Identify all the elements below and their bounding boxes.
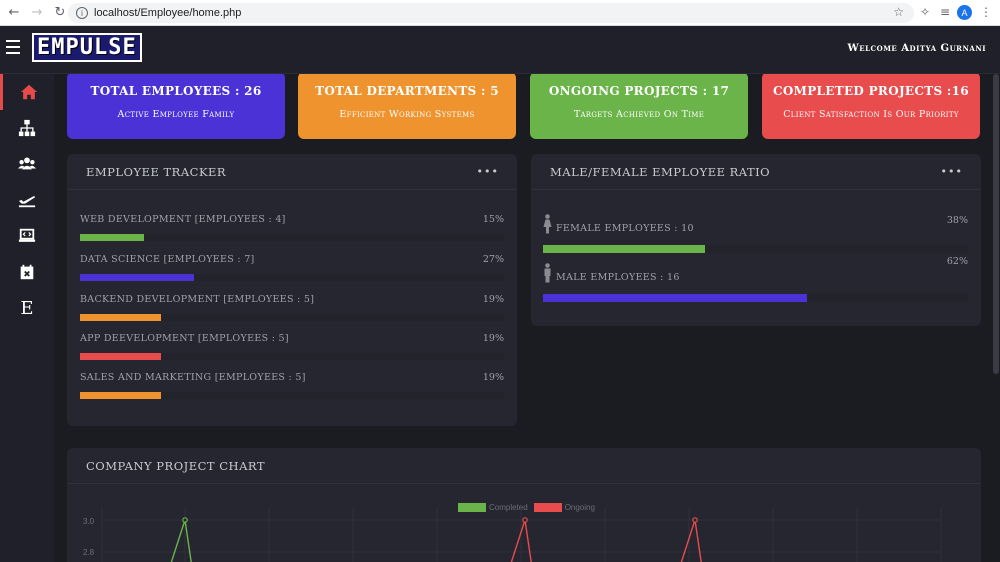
sidebar-item-e[interactable]: E: [0, 290, 54, 326]
stat-subtitle: Efficient Working Systems: [339, 109, 475, 120]
y-tick-label: 3.0: [83, 517, 95, 526]
project-chart-panel: COMPANY PROJECT CHART Completed Ongoing …: [67, 448, 981, 562]
tracker-row-web: WEB DEVELOPMENT [EMPLOYEES : 4] 15%: [80, 214, 504, 241]
tracker-percent: 27%: [482, 254, 504, 265]
progress-fill: [543, 245, 705, 253]
progress-track: [543, 245, 968, 253]
progress-fill: [80, 392, 161, 399]
sidebar-item-departments[interactable]: [0, 110, 54, 146]
sidebar-item-calendar[interactable]: [0, 254, 54, 290]
sidebar-item-projects[interactable]: [0, 218, 54, 254]
reading-list-icon[interactable]: ≡: [940, 5, 950, 19]
tracker-percent: 19%: [482, 333, 504, 344]
progress-track: [80, 234, 504, 241]
y-tick-label: 2.8: [83, 548, 95, 557]
hamburger-menu-icon[interactable]: [6, 40, 20, 54]
data-point-ongoing[interactable]: [692, 517, 698, 523]
employee-tracker-panel: EMPLOYEE TRACKER ••• WEB DEVELOPMENT [EM…: [67, 154, 517, 426]
tracker-row-data-science: DATA SCIENCE [EMPLOYEES : 7] 27%: [80, 254, 504, 281]
page-scrollbar[interactable]: [992, 74, 1000, 562]
progress-track: [80, 353, 504, 360]
ratio-percent: 38%: [946, 215, 968, 226]
reload-icon[interactable]: ↻: [51, 4, 69, 22]
stat-subtitle: Client Satisfaction Is Our Priority: [783, 109, 959, 120]
tracker-percent: 19%: [482, 372, 504, 383]
progress-track: [543, 294, 968, 302]
bookmark-star-icon[interactable]: ☆: [893, 5, 904, 19]
home-icon: [20, 84, 37, 100]
browser-toolbar: ← → ↻ i localhost/Employee/home.php ☆ ✧ …: [0, 0, 1000, 26]
progress-fill: [80, 353, 161, 360]
more-options-icon[interactable]: •••: [477, 165, 499, 178]
back-icon[interactable]: ←: [5, 4, 23, 22]
progress-track: [80, 314, 504, 321]
browser-menu-icon[interactable]: ⋮: [980, 5, 992, 19]
e-letter-icon: E: [20, 297, 34, 319]
male-icon: [544, 263, 551, 283]
sidebar-item-leave[interactable]: [0, 182, 54, 218]
stat-title: TOTAL DEPARTMENTS : 5: [315, 84, 499, 98]
app-logo[interactable]: EMPULSE: [32, 33, 142, 62]
url-text: localhost/Employee/home.php: [94, 7, 242, 19]
tracker-label: WEB DEVELOPMENT [EMPLOYEES : 4]: [80, 214, 286, 225]
tracker-label: APP DEEVELOPMENT [EMPLOYEES : 5]: [80, 333, 289, 344]
tracker-label: BACKEND DEVELOPMENT [EMPLOYEES : 5]: [80, 294, 315, 305]
series-line-completed: [170, 519, 192, 562]
progress-fill: [80, 234, 144, 241]
address-bar[interactable]: i localhost/Employee/home.php ☆: [68, 3, 914, 23]
tracker-percent: 15%: [482, 214, 504, 225]
ratio-percent: 62%: [946, 256, 968, 267]
scrollbar-thumb[interactable]: [993, 74, 999, 374]
progress-fill: [543, 294, 807, 302]
stat-card-employees[interactable]: TOTAL EMPLOYEES : 26 Active Employee Fam…: [67, 74, 285, 139]
stat-subtitle: Targets Achieved On Time: [573, 109, 705, 120]
stat-card-departments[interactable]: TOTAL DEPARTMENTS : 5 Efficient Working …: [298, 74, 516, 139]
stat-title: COMPLETED PROJECTS :16: [773, 84, 969, 98]
forward-icon[interactable]: →: [28, 4, 46, 22]
stat-title: ONGOING PROJECTS : 17: [548, 84, 730, 98]
main-content: TOTAL EMPLOYEES : 26 Active Employee Fam…: [54, 74, 992, 562]
sidebar-item-employees[interactable]: [0, 146, 54, 182]
data-point-completed[interactable]: [182, 517, 188, 523]
stat-title: TOTAL EMPLOYEES : 26: [90, 84, 262, 98]
progress-track: [80, 392, 504, 399]
extensions-icon[interactable]: ✧: [920, 5, 930, 19]
series-line-ongoing: [510, 519, 532, 562]
sitemap-icon: [18, 119, 36, 137]
ratio-label: FEMALE EMPLOYEES : 10: [556, 223, 694, 234]
profile-avatar[interactable]: A: [957, 5, 972, 20]
tracker-row-app: APP DEEVELOPMENT [EMPLOYEES : 5] 19%: [80, 333, 504, 360]
stat-card-ongoing-projects[interactable]: ONGOING PROJECTS : 17 Targets Achieved O…: [530, 74, 748, 139]
panel-title: COMPANY PROJECT CHART: [86, 458, 266, 473]
sidebar: E: [0, 74, 54, 562]
laptop-code-icon: [18, 228, 36, 242]
gender-ratio-panel: MALE/FEMALE EMPLOYEE RATIO ••• FEMALE EM…: [531, 154, 981, 326]
panel-title: EMPLOYEE TRACKER: [86, 164, 227, 179]
data-point-ongoing[interactable]: [522, 517, 528, 523]
more-options-icon[interactable]: •••: [941, 165, 963, 178]
panel-title: MALE/FEMALE EMPLOYEE RATIO: [550, 164, 771, 179]
tracker-row-backend: BACKEND DEVELOPMENT [EMPLOYEES : 5] 19%: [80, 294, 504, 321]
tracker-row-sales: SALES AND MARKETING [EMPLOYEES : 5] 19%: [80, 372, 504, 399]
plane-departure-icon: [18, 196, 36, 208]
app-header: EMPULSE Welcome Aditya Gurnani: [0, 26, 1000, 74]
welcome-text: Welcome Aditya Gurnani: [847, 43, 986, 54]
project-line-chart: 3.0 2.8: [83, 508, 942, 562]
tracker-label: SALES AND MARKETING [EMPLOYEES : 5]: [80, 372, 306, 383]
tracker-percent: 19%: [482, 294, 504, 305]
sidebar-item-home[interactable]: [0, 74, 54, 110]
progress-track: [80, 274, 504, 281]
calendar-times-icon: [20, 264, 34, 280]
tracker-label: DATA SCIENCE [EMPLOYEES : 7]: [80, 254, 255, 265]
ratio-row-male: MALE EMPLOYEES : 16 62%: [543, 256, 968, 303]
users-icon: [18, 157, 36, 170]
stat-subtitle: Active Employee Family: [117, 109, 235, 120]
female-icon: [543, 214, 552, 234]
ratio-row-female: FEMALE EMPLOYEES : 10 38%: [543, 214, 968, 254]
ratio-label: MALE EMPLOYEES : 16: [556, 272, 680, 283]
progress-fill: [80, 314, 161, 321]
progress-fill: [80, 274, 195, 281]
site-info-icon[interactable]: i: [76, 7, 88, 19]
stat-card-completed-projects[interactable]: COMPLETED PROJECTS :16 Client Satisfacti…: [762, 74, 980, 139]
